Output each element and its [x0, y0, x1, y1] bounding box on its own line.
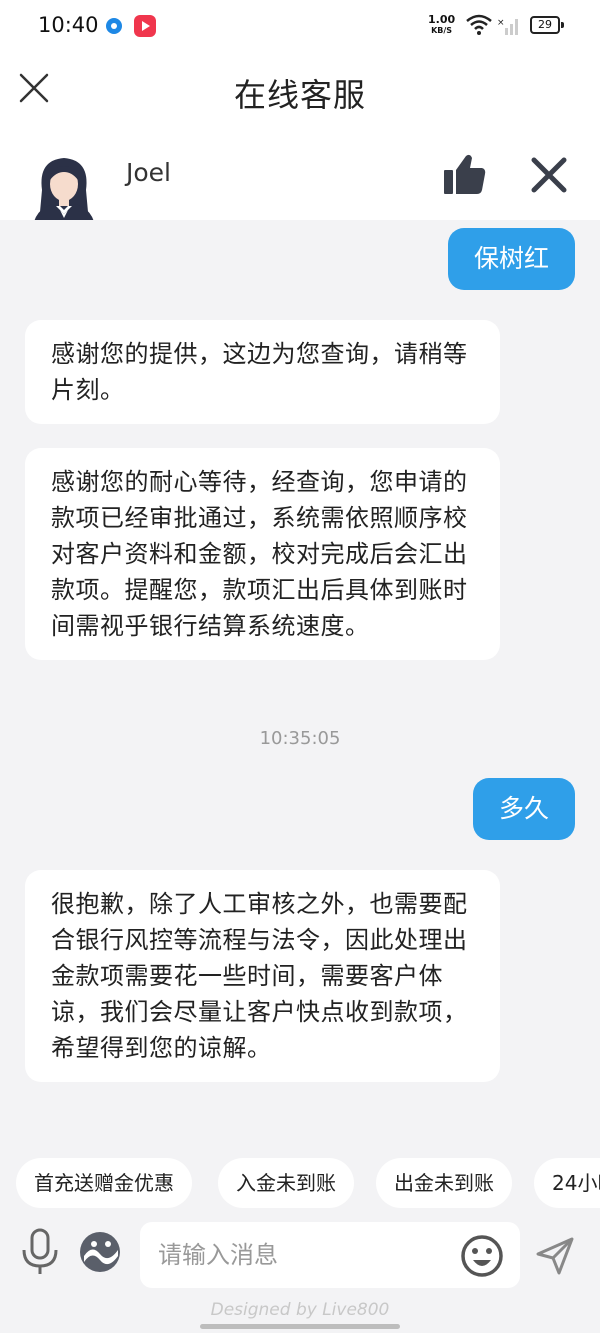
message-timestamp: 10:35:05	[259, 728, 341, 749]
agent-message: 很抱歉，除了人工审核之外，也需要配合银行风控等流程与法令，因此处理出金款项需要花…	[25, 870, 500, 1082]
quick-reply-chip[interactable]: 24小时	[534, 1158, 600, 1208]
home-indicator[interactable]	[200, 1324, 400, 1329]
no-service-mark: ×	[497, 18, 505, 28]
user-message: 多久	[472, 778, 575, 840]
status-time: 10:40	[38, 13, 99, 37]
input-bar	[0, 1210, 600, 1300]
network-speed: 1.00 KB/S	[428, 14, 455, 36]
quick-reply-chip[interactable]: 入金未到账	[218, 1158, 354, 1208]
wifi-icon	[466, 14, 492, 35]
sticker-icon[interactable]	[78, 1230, 122, 1274]
user-message: 保树红	[447, 228, 575, 290]
quick-reply-bar: 首充送赠金优惠 入金未到账 出金未到账 24小时	[0, 1158, 600, 1210]
video-app-icon	[134, 15, 156, 37]
quick-reply-chip[interactable]: 出金未到账	[376, 1158, 512, 1208]
end-chat-icon[interactable]	[528, 154, 570, 196]
page-title: 在线客服	[233, 76, 366, 114]
thumbs-up-icon[interactable]	[440, 152, 488, 196]
footer-brand: Designed by Live800	[210, 1300, 390, 1320]
microphone-icon[interactable]	[20, 1228, 60, 1276]
emoji-icon[interactable]	[460, 1234, 504, 1278]
chat-area[interactable]: 保树红 感谢您的提供，这边为您查询，请稍等片刻。 感谢您的耐心等待，经查询，您申…	[0, 220, 600, 1155]
agent-header: Joel	[0, 132, 600, 232]
agent-name: Joel	[126, 158, 171, 187]
agent-message: 感谢您的耐心等待，经查询，您申请的款项已经审批通过，系统需依照顺序校对客户资料和…	[25, 448, 500, 660]
title-bar: 在线客服	[0, 52, 600, 132]
agent-message: 感谢您的提供，这边为您查询，请稍等片刻。	[25, 320, 500, 424]
cell-signal-icon: ×	[497, 18, 518, 35]
status-bar: 10:40 1.00 KB/S × 29	[0, 0, 600, 52]
quick-reply-chip[interactable]: 首充送赠金优惠	[16, 1158, 192, 1208]
send-icon[interactable]	[535, 1236, 575, 1276]
app-notification-icon	[106, 18, 122, 34]
network-speed-unit: KB/S	[431, 26, 453, 35]
battery-icon: 29	[530, 16, 564, 34]
